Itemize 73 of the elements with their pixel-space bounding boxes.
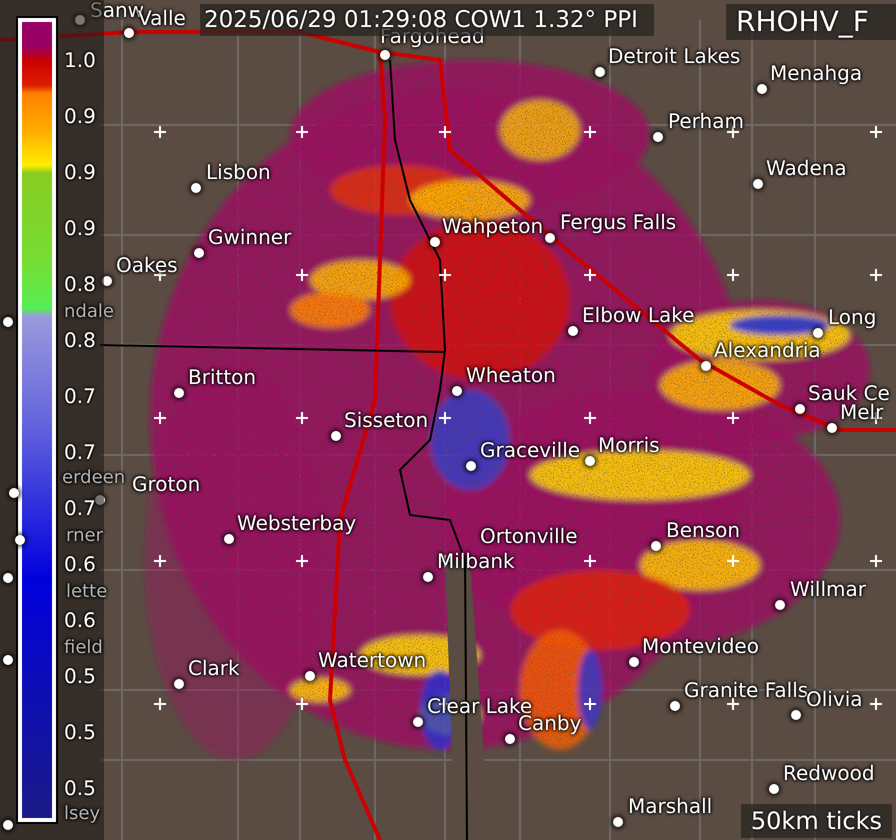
place-label: Willmar [790,577,866,601]
place-label: Olivia [806,687,863,711]
place-label: Granite Falls [684,678,808,702]
scale-label: 0.8 [64,272,96,296]
place-dot [9,488,19,498]
place-dot [3,317,13,327]
place-label: Gwinner [208,225,292,249]
place-label: Fergus Falls [560,210,676,234]
place-dot [653,132,663,142]
place-dot [545,233,555,243]
place-dot [769,784,779,794]
place-label: Elbow Lake [582,303,694,327]
place-dot [191,183,201,193]
place-dot [753,179,763,189]
place-label: Oakes [116,253,178,277]
place-label: Redwood [783,761,875,785]
place-dot [757,84,767,94]
scale-label: 0.7 [64,440,96,464]
place-label: Menahga [770,61,862,85]
place-dot [380,50,390,60]
scale-note: 50km ticks [740,804,892,838]
scale-label: 0.7 [64,496,96,520]
place-label: Groton [132,472,200,496]
place-label: Wadena [766,156,847,180]
place-dot [670,701,680,711]
place-label: Britton [188,365,256,389]
place-dot [75,15,85,25]
scale-label: 0.5 [64,776,96,800]
scale-label: 0.8 [64,328,96,352]
place-dot [3,820,13,830]
place-label: erdeen [62,466,126,490]
scale-label: 0.9 [64,160,96,184]
place-dot [15,535,25,545]
place-label: field [64,636,103,660]
scale-label: 1.0 [64,48,96,72]
place-label: Graceville [480,438,580,462]
place-label: Wahpeton [442,214,544,238]
place-label: Lisbon [206,160,271,184]
scale-label: 0.6 [64,552,96,576]
place-label: Sisseton [344,408,428,432]
place-label: Websterbay [237,511,356,535]
place-dot [95,495,105,505]
place-label: Morris [598,433,660,457]
place-label: Ortonville [480,524,578,548]
place-dot [174,679,184,689]
place-label: Benson [666,518,740,542]
place-label: Detroit Lakes [608,44,740,68]
place-label: lsey [64,802,100,826]
place-label: Perham [668,109,744,133]
place-dot [613,817,623,827]
place-label: Long [828,305,876,329]
place-dot [827,423,837,433]
scale-label: 0.6 [64,608,96,632]
place-label: lette [66,580,108,604]
scale-label: 0.9 [64,104,96,128]
scale-label: 0.9 [64,216,96,240]
place-dot [3,655,13,665]
place-label: Alexandria [714,338,821,362]
product-name: RHOHV_F [726,4,896,40]
place-dot [791,710,801,720]
scale-label: 0.5 [64,720,96,744]
scale-label: 0.7 [64,384,96,408]
place-dot [102,276,112,286]
scale-label: 0.5 [64,664,96,688]
place-label: ndale [64,300,114,324]
place-label: rner [66,524,103,548]
place-label: Montevideo [642,634,759,658]
place-label: Clark [188,656,240,680]
place-dot [595,67,605,77]
place-dot [124,28,134,38]
place-label: Wheaton [466,363,556,387]
place-label: Marshall [628,794,712,818]
place-dot [3,573,13,583]
